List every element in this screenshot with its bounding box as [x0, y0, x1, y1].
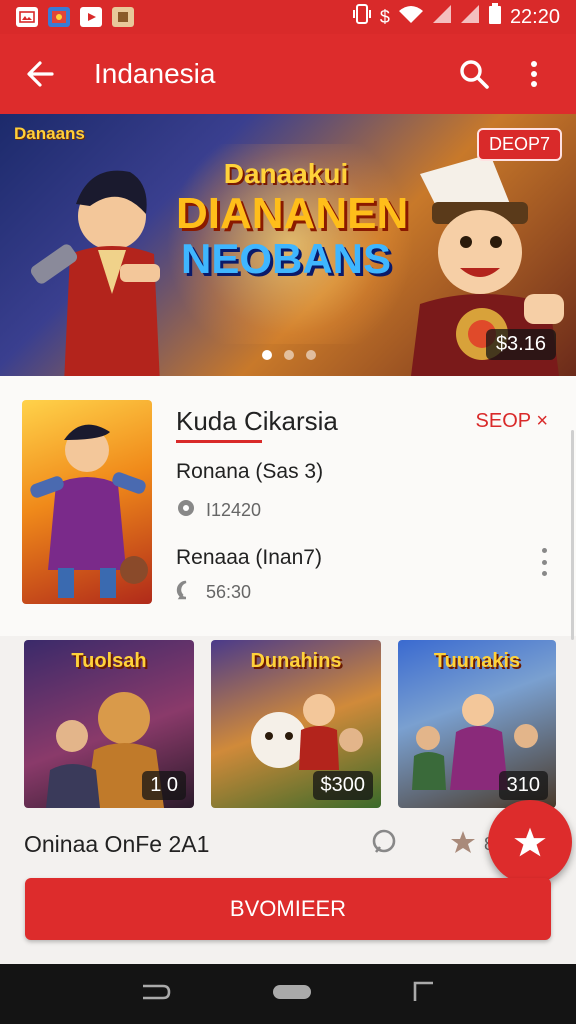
- chat-bubble-icon: [176, 580, 196, 605]
- youtube-notification-icon: [80, 7, 102, 27]
- carousel-dot[interactable]: [306, 350, 316, 360]
- hero-logo: Danaans: [14, 124, 85, 143]
- featured-game-image[interactable]: [22, 400, 152, 604]
- search-icon[interactable]: [452, 52, 496, 96]
- thumbnail-3-title: Tuunakis: [433, 650, 521, 672]
- row1-meta: I12420: [176, 498, 261, 523]
- hero-title-line3: NEOBANS: [180, 235, 392, 282]
- hero-banner[interactable]: Danaans Danaakui DIANANEN NEOBANS DEOP7 …: [0, 114, 576, 376]
- star-icon: [450, 829, 476, 860]
- game-thumbnail-2[interactable]: Dunahins $300: [211, 640, 381, 808]
- page-title: Indanesia: [94, 58, 216, 89]
- row2-meta-value: 56:30: [206, 582, 252, 602]
- primary-action-button[interactable]: BVOMIEER: [25, 878, 551, 940]
- hero-character-left-image: [30, 170, 160, 376]
- row1-label: Ronana (Sas 3): [176, 460, 324, 483]
- play-count-icon: [176, 498, 196, 523]
- thumbnail-1-title: Tuolsah: [71, 650, 147, 672]
- back-arrow-icon[interactable]: [20, 54, 60, 94]
- comment-icon[interactable]: [370, 828, 398, 861]
- section-title: Oninaa OnFe 2A1: [24, 830, 210, 857]
- row2-meta: 56:30: [176, 580, 251, 605]
- row1-meta-value: I12420: [206, 500, 262, 520]
- carousel-dot[interactable]: [284, 350, 294, 360]
- signal-icon-2: [460, 4, 480, 30]
- featured-game-card[interactable]: Kuda Cikarsia SEOP × Ronana (Sas 3) I124…: [0, 376, 576, 636]
- star-fab-icon: [514, 827, 546, 857]
- scrollbar[interactable]: [571, 430, 574, 640]
- title-underline: [176, 440, 262, 443]
- favorite-fab[interactable]: [488, 800, 572, 884]
- row2-label: Renaaa (Inan7): [176, 546, 322, 569]
- hero-badge: DEOP7: [476, 128, 562, 161]
- thumbnail-2-price: $300: [312, 771, 373, 800]
- image-notification-icon: [16, 7, 38, 27]
- thumbnail-3-price: 310: [498, 771, 548, 800]
- section-footer-row: Oninaa OnFe 2A1 818: [24, 826, 554, 862]
- carousel-dot[interactable]: [262, 350, 272, 360]
- more-vert-icon[interactable]: [512, 52, 556, 96]
- home-pill-icon[interactable]: [272, 984, 312, 1005]
- signal-icon: [432, 4, 452, 30]
- thumbnail-1-price: 1 0: [142, 771, 186, 800]
- wifi-icon: [398, 4, 424, 30]
- hero-price: $3.16: [485, 329, 556, 360]
- game-notification-icon: [48, 7, 70, 27]
- row-more-icon[interactable]: [536, 548, 552, 576]
- recents-back-icon[interactable]: [141, 982, 171, 1007]
- card-tag[interactable]: SEOP ×: [476, 410, 548, 433]
- status-time: 22:20: [509, 5, 560, 28]
- battery-icon: [488, 3, 502, 31]
- status-bar: $ 22:20: [0, 0, 576, 34]
- thumbnail-2-title: Dunahins: [250, 650, 342, 672]
- hero-title-line1: Danaakui: [223, 158, 349, 189]
- hero-title: Danaakui DIANANEN NEOBANS: [176, 158, 409, 282]
- system-nav-bar: [0, 964, 576, 1024]
- app-bar: Indanesia: [0, 34, 576, 114]
- card-title: Kuda Cikarsia: [176, 406, 338, 436]
- game-thumbnail-1[interactable]: Tuolsah 1 0: [24, 640, 194, 808]
- game-thumbnail-3[interactable]: Tuunakis 310: [398, 640, 556, 808]
- app-notification-icon: [112, 7, 134, 27]
- dollar-icon: $: [379, 6, 390, 27]
- carousel-dots[interactable]: [262, 350, 316, 360]
- hero-title-line2: DIANANEN: [176, 189, 409, 238]
- overview-icon[interactable]: [413, 981, 435, 1008]
- vibrate-icon: [352, 3, 372, 31]
